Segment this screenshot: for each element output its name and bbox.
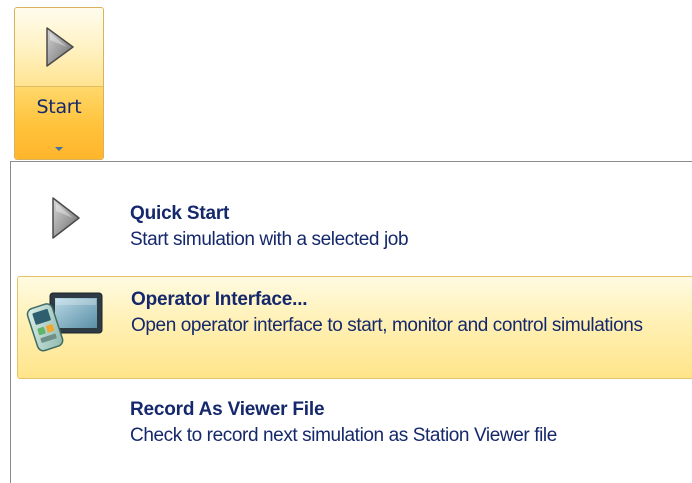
menu-item-text: Record As Viewer File Check to record ne…: [130, 397, 692, 449]
menu-item-title: Operator Interface...: [131, 289, 308, 310]
start-button-dropdown[interactable]: Start: [15, 87, 103, 159]
start-button-label: Start: [36, 96, 82, 118]
menu-item-description: Start simulation with a selected job: [130, 229, 409, 250]
menu-item-quick-start[interactable]: Quick Start Start simulation with a sele…: [17, 188, 692, 268]
menu-item-title: Quick Start: [130, 203, 230, 224]
start-dropdown-menu: Quick Start Start simulation with a sele…: [10, 161, 692, 483]
start-split-button[interactable]: Start: [14, 7, 104, 160]
start-button-top[interactable]: [15, 8, 103, 87]
application-window: Start Quick Start Start simulation with …: [0, 0, 692, 483]
menu-item-text: Quick Start Start simulation with a sele…: [130, 201, 692, 253]
operator-interface-icon: [26, 291, 106, 357]
menu-item-description: Check to record next simulation as Stati…: [130, 425, 557, 446]
menu-item-operator-interface[interactable]: Operator Interface... Open operator inte…: [17, 276, 692, 379]
menu-item-description: Open operator interface to start, monito…: [131, 315, 643, 336]
menu-item-record-as-viewer-file[interactable]: Record As Viewer File Check to record ne…: [17, 390, 692, 483]
menu-item-text: Operator Interface... Open operator inte…: [131, 287, 692, 339]
dropdown-arrow-icon: [54, 137, 64, 156]
play-icon: [51, 196, 81, 244]
menu-item-title: Record As Viewer File: [130, 399, 325, 420]
play-icon: [45, 26, 75, 72]
